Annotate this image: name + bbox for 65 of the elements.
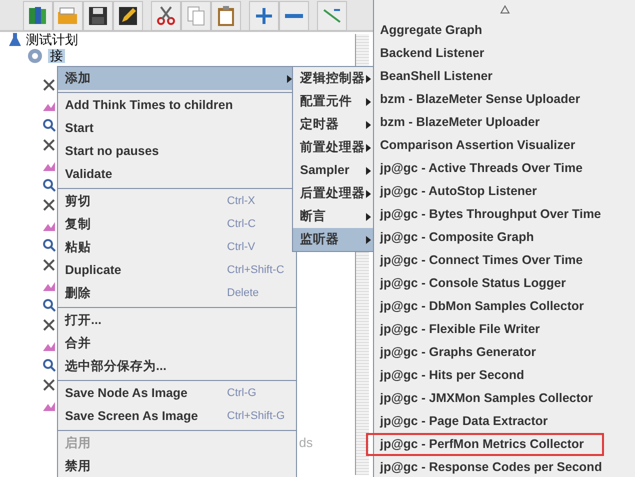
shortcut-label: Ctrl-V	[227, 240, 256, 256]
menu-item[interactable]: jp@gc - Page Data Extractor	[374, 410, 635, 433]
menu-item[interactable]: 监听器	[293, 228, 375, 251]
toolbar-button[interactable]	[23, 1, 53, 31]
menu-item[interactable]: jp@gc - Console Status Logger	[374, 272, 635, 295]
magnifier-icon	[42, 298, 56, 312]
magnifier-icon	[42, 358, 56, 372]
shortcut-label: Ctrl-C	[227, 217, 256, 232]
toolbar-button[interactable]	[83, 1, 113, 31]
menu-item[interactable]: Validate	[58, 163, 296, 186]
menu-item[interactable]: BeanShell Listener	[374, 65, 635, 88]
tree-node-label[interactable]: 接	[48, 49, 65, 63]
menu-item[interactable]: Backend Listener	[374, 42, 635, 65]
menu-item[interactable]: Add Think Times to children	[58, 94, 296, 117]
menu-item[interactable]: Duplicate Ctrl+Shift-C	[58, 259, 296, 282]
shortcut-label: Ctrl+Shift-C	[227, 263, 284, 278]
menu-item[interactable]: jp@gc - Graphs Generator	[374, 341, 635, 364]
toolbar-button[interactable]	[113, 1, 143, 31]
menu-item[interactable]: jp@gc - Hits per Second	[374, 364, 635, 387]
minus-icon	[285, 14, 303, 18]
cross-icon	[42, 78, 56, 92]
menu-item[interactable]: jp@gc - Connect Times Over Time	[374, 249, 635, 272]
shortcut-label: Ctrl+Shift-G	[227, 409, 285, 424]
menu-item[interactable]: Save Screen As Image Ctrl+Shift-G	[58, 405, 296, 428]
menu-item[interactable]: 禁用	[58, 455, 296, 477]
cross-icon	[42, 318, 56, 332]
scissors-icon	[154, 4, 178, 28]
menu-item[interactable]: 合并	[58, 332, 296, 355]
menu-item[interactable]: jp@gc - Response Codes per Second	[374, 456, 635, 477]
magnifier-icon	[42, 238, 56, 252]
menu-item[interactable]: jp@gc - DbMon Samples Collector	[374, 295, 635, 318]
menu-item[interactable]: 选中部分保存为...	[58, 355, 296, 378]
menu-item[interactable]: 粘贴 Ctrl-V	[58, 236, 296, 259]
shortcut-label: Ctrl-X	[227, 194, 256, 210]
tree-node-label: ds	[299, 434, 313, 452]
pencil-icon	[116, 4, 140, 28]
menu-item[interactable]: jp@gc - AutoStop Listener	[374, 180, 635, 203]
menu-item[interactable]: Comparison Assertion Visualizer	[374, 134, 635, 157]
menu-item[interactable]: bzm - BlazeMeter Uploader	[374, 111, 635, 134]
shortcut-label: Ctrl-G	[227, 386, 256, 402]
menu-item[interactable]: 剪切 Ctrl-X	[58, 190, 296, 213]
cross-icon	[42, 258, 56, 272]
menu-item[interactable]: jp@gc - Composite Graph	[374, 226, 635, 249]
menu-item[interactable]: jp@gc - JMXMon Samples Collector	[374, 387, 635, 410]
magnifier-icon	[42, 178, 56, 192]
menu-item[interactable]: bzm - BlazeMeter Sense Uploader	[374, 88, 635, 111]
shortcut-label: Delete	[227, 286, 259, 302]
menu-item[interactable]: jp@gc - PerfMon Metrics Collector	[366, 433, 604, 456]
cross-icon	[42, 138, 56, 152]
menu-item[interactable]: Start	[58, 117, 296, 140]
menu-item[interactable]: 复制 Ctrl-C	[58, 213, 296, 236]
cross-icon	[42, 198, 56, 212]
menu-item[interactable]: jp@gc - Flexible File Writer	[374, 318, 635, 341]
cross-icon	[42, 378, 56, 392]
menu-item[interactable]: 打开...	[58, 309, 296, 332]
flask-icon	[8, 32, 22, 48]
menu-item[interactable]: Start no pauses	[58, 140, 296, 163]
menu-item[interactable]: 删除 Delete	[58, 282, 296, 305]
menu-item[interactable]: Save Node As Image Ctrl-G	[58, 382, 296, 405]
tree-node-label[interactable]: 测试计划	[26, 33, 78, 47]
scroll-up-icon	[500, 5, 510, 14]
menu-item[interactable]: jp@gc - Bytes Throughput Over Time	[374, 203, 635, 226]
menu-item[interactable]: Aggregate Graph	[374, 19, 635, 42]
magnifier-icon	[42, 118, 56, 132]
menu-item[interactable]: jp@gc - Active Threads Over Time	[374, 157, 635, 180]
